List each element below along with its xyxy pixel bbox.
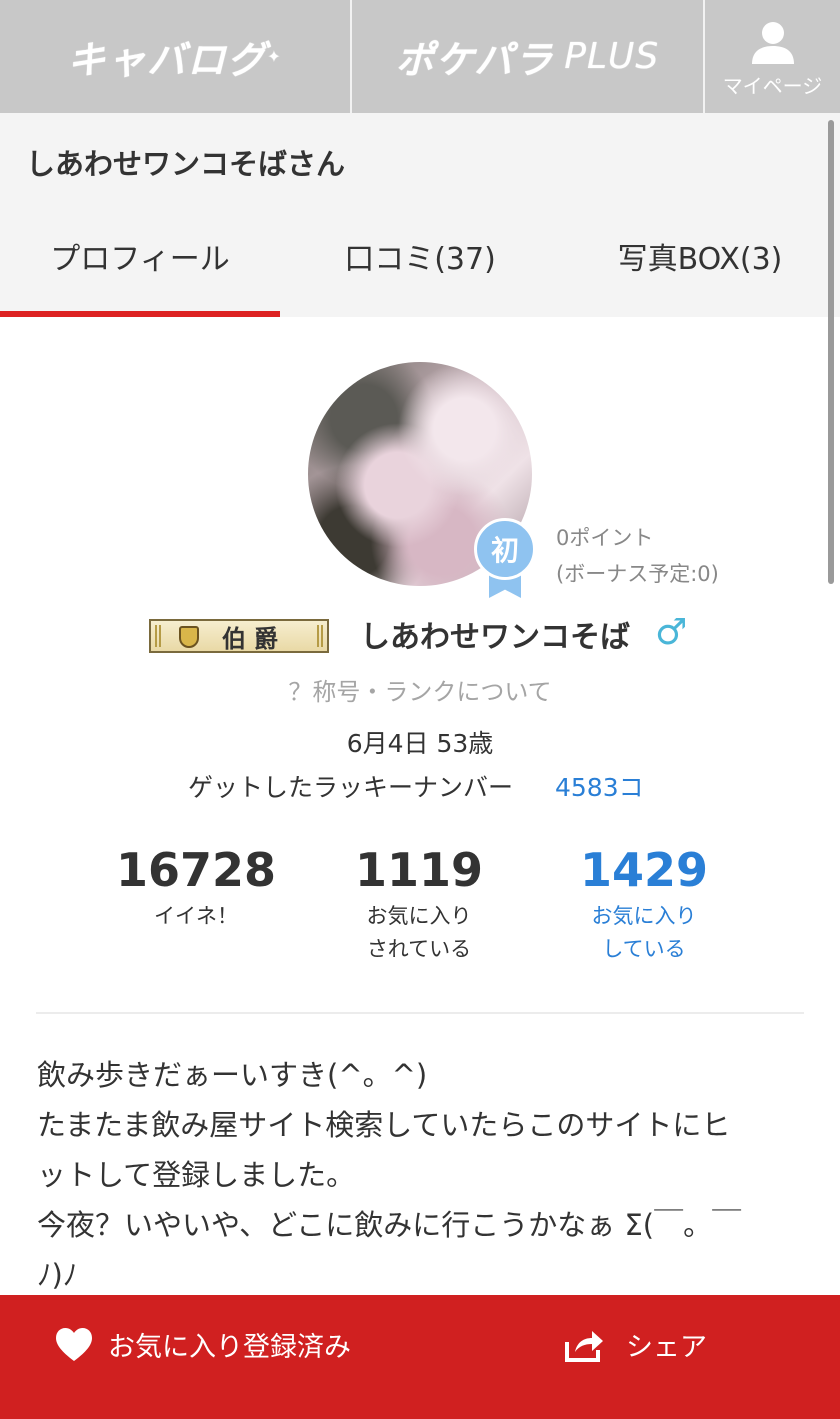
bio-text: 飲み歩きだぁーいすき(^。^) たまたま飲み屋サイト検索していたらこのサイトにヒ… — [37, 1050, 807, 1300]
points-info: 0ポイント (ボーナス予定:0) — [556, 520, 719, 592]
first-timer-badge-label: 初 — [474, 518, 536, 580]
bio-line: たまたま飲み屋サイト検索していたらこのサイトにヒ — [37, 1108, 731, 1142]
stat-likes: 16728 イイネ！ — [86, 840, 306, 933]
bio-line: 今夜？いやいや、どこに飲みに行こうかなぁ Σ(￣。￣ — [37, 1208, 742, 1242]
stat-favorited-by-value: 1119 — [354, 843, 484, 897]
rank-badge-ornament — [317, 625, 323, 647]
pokepara-logo-text: ポケパラ — [395, 38, 555, 82]
bio-line: 飲み歩きだぁーいすき(^。^) — [37, 1058, 428, 1092]
share-icon — [565, 1330, 603, 1362]
stat-favoriting[interactable]: 1429 お気に入り している — [534, 840, 754, 966]
rank-info-link[interactable]: ？称号・ランクについて — [0, 672, 840, 707]
sparkle-icon: ✦ — [267, 47, 283, 66]
first-timer-badge: 初 — [474, 518, 536, 598]
caba-log-logo[interactable]: キャバログ ✦ — [0, 0, 352, 113]
mypage-button[interactable]: マイページ — [705, 0, 840, 113]
bio-line: ﾉ)ﾉ — [37, 1258, 78, 1292]
rank-title: 伯爵 — [222, 623, 286, 653]
lucky-number-label: ゲットしたラッキーナンバー — [188, 773, 514, 802]
mypage-label: マイページ — [722, 74, 823, 98]
stat-favorited-by: 1119 お気に入り されている — [309, 840, 529, 966]
shield-icon — [179, 626, 199, 648]
bonus-value: (ボーナス予定:0) — [556, 562, 719, 586]
tab-bar: プロフィール 口コミ(37) 写真BOX(3) — [0, 205, 840, 317]
stat-likes-value: 16728 — [115, 843, 277, 897]
stat-favorited-by-label: お気に入り — [366, 904, 472, 928]
page-title: しあわせワンコそばさん — [26, 147, 346, 181]
top-nav: キャバログ ✦ ポケパラ PLUS マイページ — [0, 0, 840, 113]
stat-favoriting-value: 1429 — [579, 843, 709, 897]
caba-log-logo-text: キャバログ — [67, 38, 268, 82]
stat-favoriting-label: お気に入り — [591, 904, 697, 928]
favorite-button[interactable]: お気に入り登録済み — [56, 1325, 351, 1364]
heart-icon — [56, 1327, 92, 1361]
favorite-button-label: お気に入り登録済み — [108, 1332, 351, 1363]
lucky-number-link[interactable]: 4583コ — [555, 768, 644, 804]
points-value: 0ポイント — [556, 526, 654, 550]
tab-reviews[interactable]: 口コミ(37) — [280, 205, 560, 317]
rank-badge: 伯爵 — [149, 619, 329, 653]
username: しあわせワンコそば — [360, 620, 630, 655]
pokepara-plus-logo[interactable]: ポケパラ PLUS — [352, 0, 705, 113]
stat-likes-label: イイネ！ — [154, 904, 238, 928]
stat-favoriting-label-2: している — [602, 937, 686, 961]
stat-favorited-by-label-2: されている — [366, 937, 472, 961]
bio-line: ットして登録しました。 — [37, 1158, 356, 1192]
share-button-label: シェア — [626, 1332, 707, 1363]
plus-logo-text: PLUS — [564, 36, 660, 77]
user-header: しあわせワンコそばさん — [0, 113, 840, 205]
bottom-action-bar: お気に入り登録済み シェア — [0, 1295, 840, 1419]
scrollbar[interactable] — [828, 120, 834, 584]
tab-photo-box[interactable]: 写真BOX(3) — [560, 205, 840, 317]
rank-badge-ornament — [155, 625, 161, 647]
male-icon: ♂ — [655, 612, 688, 653]
share-button[interactable]: シェア — [564, 1325, 707, 1364]
birthday-age: 6月4日 53歳 — [346, 729, 494, 758]
divider — [36, 1012, 804, 1014]
stats-row: 16728 イイネ！ 1119 お気に入り されている 1429 お気に入り し… — [0, 840, 840, 980]
tab-profile[interactable]: プロフィール — [0, 205, 280, 317]
user-icon — [751, 22, 794, 64]
